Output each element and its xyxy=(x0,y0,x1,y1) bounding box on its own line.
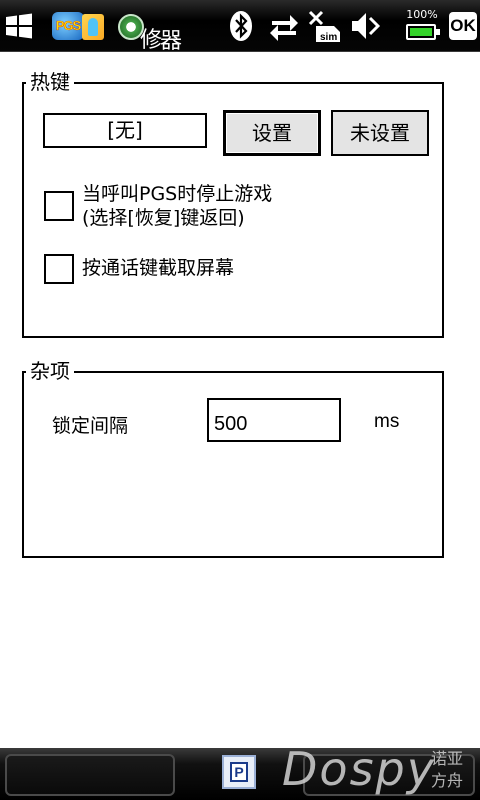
stop-game-label-line1: 当呼叫PGS时停止游戏 xyxy=(82,183,273,205)
svg-text:sim: sim xyxy=(320,32,337,42)
lock-interval-unit: ms xyxy=(374,411,400,432)
windows-start-icon[interactable] xyxy=(4,12,34,40)
misc-group: 杂项 锁定间隔 ms xyxy=(22,359,444,558)
current-hotkey-display: [无] xyxy=(43,113,207,148)
app-title-area[interactable]: PGS 修 器 xyxy=(52,10,182,54)
screen: PGS 修 器 sim 100% OK 热键 [无] 设置 未设置 当呼叫PGS… xyxy=(0,0,480,800)
volume-muted-icon[interactable] xyxy=(350,10,382,42)
set-hotkey-button[interactable]: 设置 xyxy=(223,110,321,156)
lock-interval-label: 锁定间隔 xyxy=(52,415,129,437)
input-panel-icon-glyph: P xyxy=(230,762,248,782)
left-softkey[interactable] xyxy=(5,754,175,796)
no-sim-icon[interactable]: sim xyxy=(308,10,342,42)
battery-indicator[interactable]: 100% xyxy=(402,8,442,44)
pgs-app-icon: PGS xyxy=(52,12,84,40)
input-panel-icon[interactable]: P xyxy=(222,755,256,789)
hotkey-group: 热键 [无] 设置 未设置 当呼叫PGS时停止游戏 (选择[恢复]键返回) 按通… xyxy=(22,70,444,338)
screenshot-checkbox[interactable] xyxy=(44,254,74,284)
lock-interval-input[interactable] xyxy=(207,398,341,442)
stop-game-checkbox[interactable] xyxy=(44,191,74,221)
battery-fill xyxy=(410,28,432,36)
battery-icon xyxy=(406,24,440,40)
ok-button[interactable]: OK xyxy=(449,12,477,40)
hotkey-group-title: 热键 xyxy=(26,70,74,94)
bluetooth-icon[interactable] xyxy=(228,10,254,42)
folder-icon xyxy=(82,14,104,40)
status-bar: PGS 修 器 sim 100% OK xyxy=(0,0,480,54)
watermark-cn-line2: 方舟 xyxy=(431,771,464,790)
battery-percent: 100% xyxy=(406,8,438,21)
screenshot-label[interactable]: 按通话键截取屏幕 xyxy=(82,256,234,280)
app-title: 器 xyxy=(160,29,183,54)
watermark-cn: 诺亚 方舟 xyxy=(431,748,471,792)
stop-game-label-line2: (选择[恢复]键返回) xyxy=(82,207,245,229)
app-title-prefix: 修 xyxy=(140,28,163,53)
stop-game-label[interactable]: 当呼叫PGS时停止游戏 (选择[恢复]键返回) xyxy=(82,182,272,230)
bottom-softkey-bar: P Dospy 诺亚 方舟 xyxy=(0,742,480,800)
dospy-watermark: Dospy xyxy=(282,742,436,796)
unset-hotkey-button[interactable]: 未设置 xyxy=(331,110,429,156)
watermark-cn-line1: 诺亚 xyxy=(431,749,464,768)
misc-group-title: 杂项 xyxy=(26,359,74,383)
data-transfer-icon[interactable] xyxy=(268,10,300,42)
